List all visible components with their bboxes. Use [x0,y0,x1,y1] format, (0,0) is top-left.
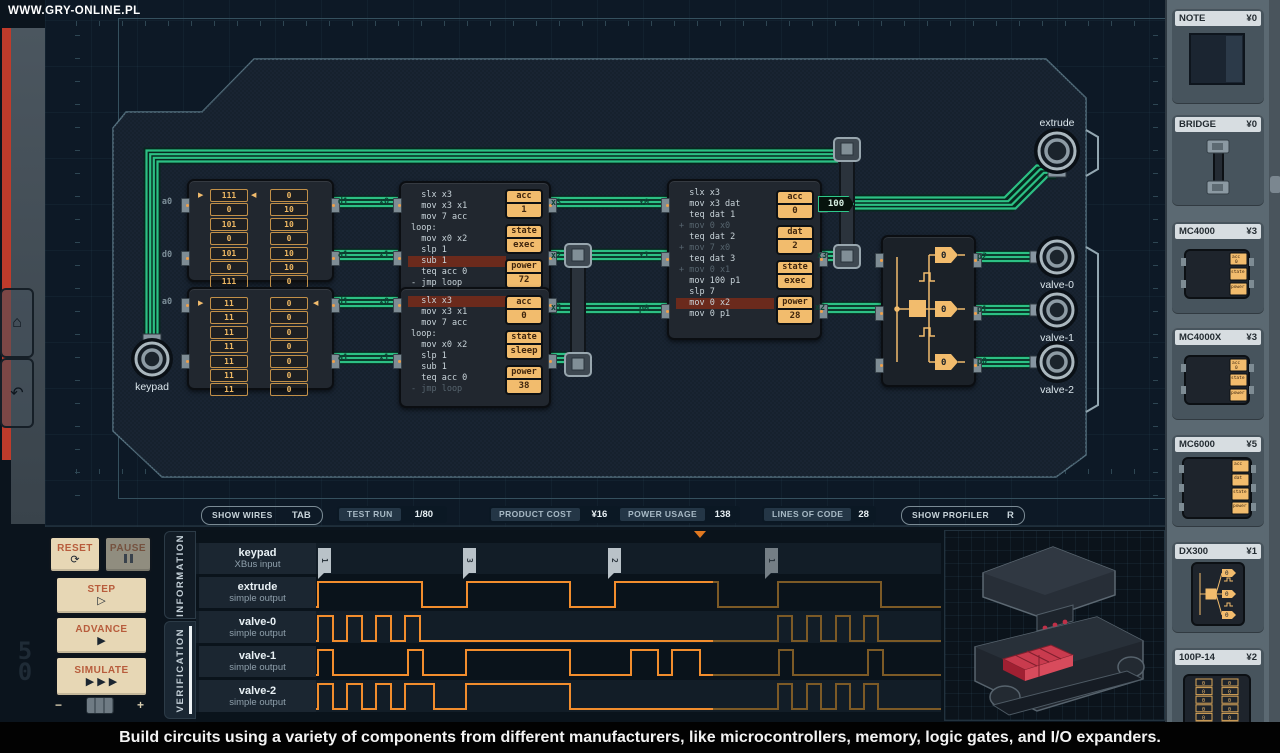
shop-item-preview: acc0statepower [1172,345,1264,418]
shop-item-price: ¥3 [1246,332,1257,343]
shop-item-preview: 0 0 0 [1172,559,1264,631]
shop-item-name: BRIDGE [1179,119,1216,130]
svg-text:acc: acc [1234,462,1242,467]
svg-text:state: state [1231,375,1245,381]
shop-item-note[interactable]: NOTE ¥0 [1172,8,1264,104]
svg-text:0: 0 [1225,612,1229,619]
shop-item-preview: acc dat state power [1172,452,1264,525]
svg-text:0: 0 [1202,707,1205,713]
svg-text:0: 0 [1202,698,1205,704]
svg-text:0: 0 [1235,259,1238,265]
svg-text:0: 0 [1228,707,1231,713]
svg-text:0: 0 [1202,690,1205,696]
shop-item-preview: acc0statepower [1172,239,1264,312]
shop-item-mc6000[interactable]: MC6000 ¥5 acc dat state power [1172,434,1264,527]
shop-item-price: ¥1 [1246,546,1257,557]
shop-item-name: MC4000 [1179,226,1215,237]
shop-item-price: ¥2 [1246,652,1257,663]
svg-text:0: 0 [1225,570,1229,577]
shop-item-price: ¥3 [1246,226,1257,237]
printer-device-image [945,531,1164,720]
shop-scrollbar-thumb[interactable] [1270,176,1280,193]
shop-item-name: MC4000X [1179,332,1221,343]
shop-item-bridge-header: BRIDGE ¥0 [1175,117,1261,132]
device-render-panel [944,530,1165,721]
shop-item-100p-14-header: 100P-14 ¥2 [1175,650,1261,665]
svg-text:power: power [1233,504,1247,509]
svg-text:0: 0 [1228,681,1231,687]
shop-item-name: MC6000 [1179,439,1215,450]
svg-text:0: 0 [1228,698,1231,704]
shop-item-mc6000-header: MC6000 ¥5 [1175,437,1261,452]
svg-text:state: state [1231,269,1245,275]
svg-text:0: 0 [1228,715,1231,721]
shop-item-price: ¥5 [1246,439,1257,450]
shop-item-name: NOTE [1179,13,1205,24]
shop-item-mc4000x[interactable]: MC4000X¥3acc0statepower [1172,327,1264,420]
svg-text:0: 0 [1202,681,1205,687]
caption-bar: Build circuits using a variety of compon… [0,722,1280,753]
shop-item-price: ¥0 [1246,119,1257,130]
svg-text:0: 0 [1225,591,1229,598]
shop-item-name: DX300 [1179,546,1208,557]
shop-item-name: 100P-14 [1179,652,1215,663]
svg-text:state: state [1233,489,1247,495]
shop-item-dx300-header: DX300 ¥1 [1175,544,1261,559]
svg-text:0: 0 [1202,715,1205,721]
svg-text:power: power [1231,391,1245,396]
shop-item-preview [1172,26,1264,102]
shop-item-mc4000[interactable]: MC4000¥3acc0statepower [1172,221,1264,314]
shop-item-note-header: NOTE ¥0 [1175,11,1261,26]
svg-text:dat: dat [1234,475,1242,481]
shop-item-dx300[interactable]: DX300 ¥1 0 0 0 [1172,541,1264,633]
shop-item-bridge[interactable]: BRIDGE ¥0 [1172,114,1264,206]
shenzhen-io-screen: keypadextrudevalve-0valve-1valve-2 11101… [0,0,1280,753]
svg-text:0: 0 [1235,365,1238,371]
shop-item-preview [1172,132,1264,204]
shop-item-mc4000x-header: MC4000X ¥3 [1175,330,1261,345]
svg-text:0: 0 [1228,690,1231,696]
svg-text:power: power [1231,285,1245,290]
component-shop: NOTE ¥0 BRIDGE ¥0 MC4000 ¥3 acc 0 state power MC40… [1165,0,1280,722]
shop-item-mc4000-header: MC4000 ¥3 [1175,224,1261,239]
shop-item-price: ¥0 [1246,13,1257,24]
shop-scrollbar-track[interactable] [1269,0,1280,722]
scope-cursor-icon [694,531,706,538]
